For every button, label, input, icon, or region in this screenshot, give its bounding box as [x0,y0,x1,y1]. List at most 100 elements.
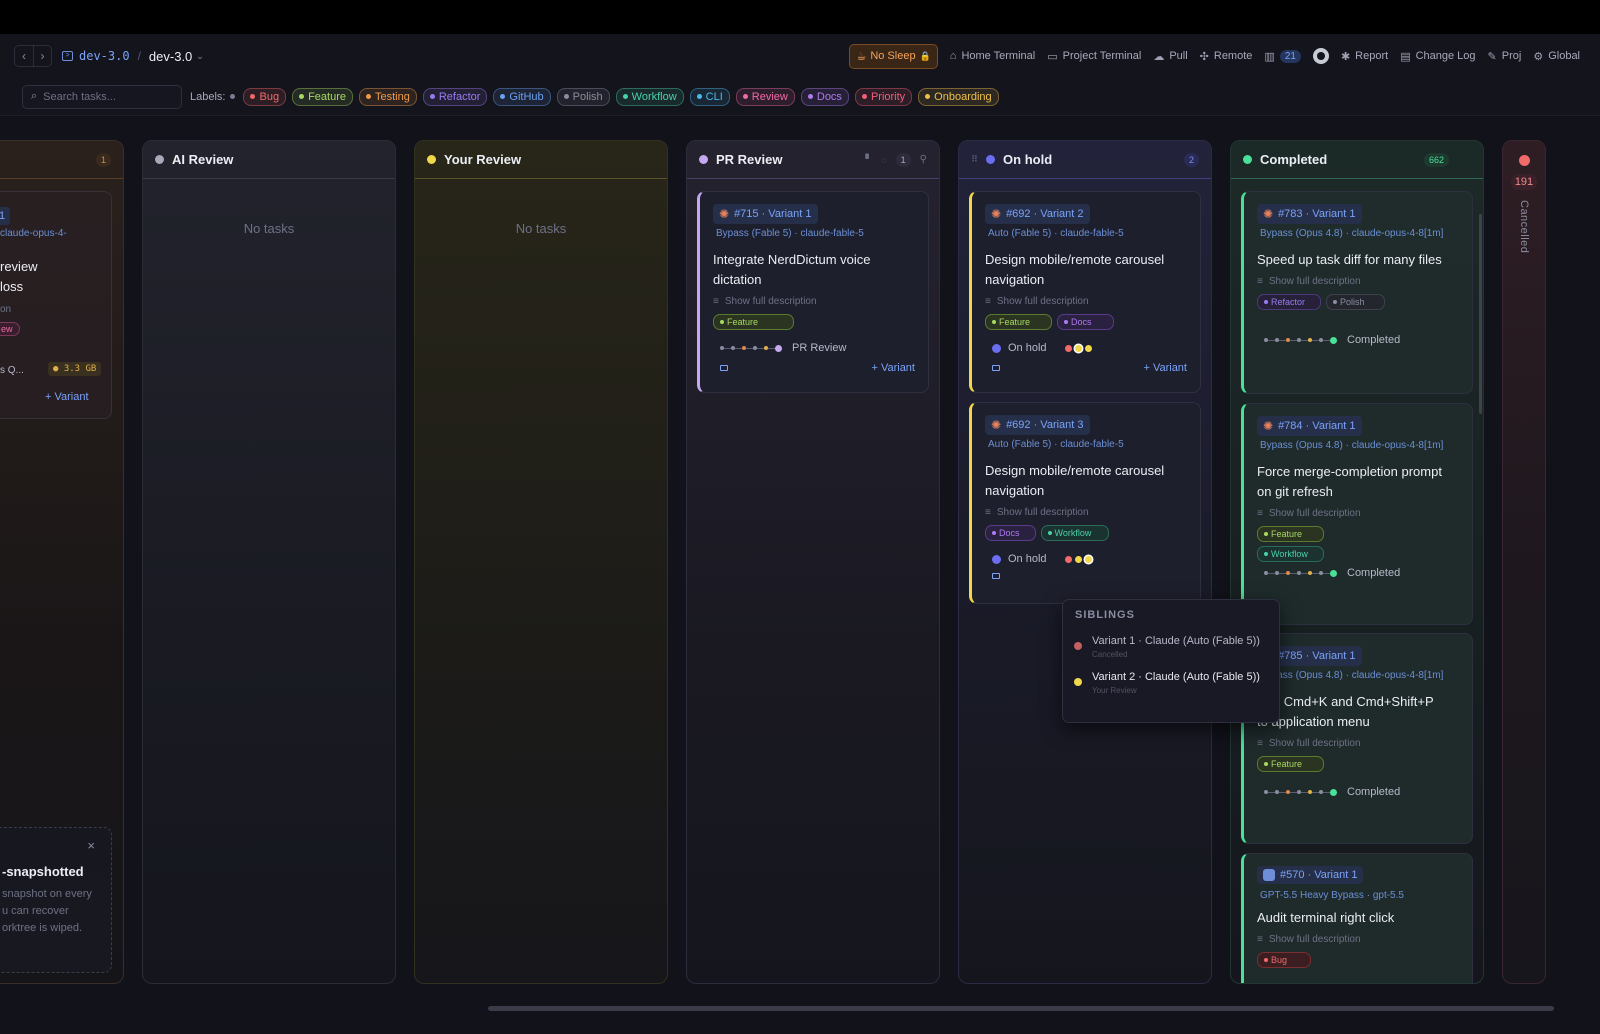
all-labels-dot[interactable] [230,94,236,99]
card-tag: ✺ #784 · Variant 1 [1257,416,1362,436]
github-icon[interactable] [1312,48,1329,64]
card-model: Bypass (Fable 5) · claude-fable-5 [716,228,864,239]
add-variant-button[interactable]: + Variant [871,362,915,374]
changelog-button[interactable]: ▤ Change Log [1400,50,1475,63]
column-title: Your Review [444,152,522,167]
chip-label: CLI [705,90,723,103]
chip-dot [861,94,867,99]
branch-name[interactable]: dev-3.0 [149,49,192,64]
label-chip-priority[interactable]: Priority [854,87,913,106]
task-card[interactable]: ✺ #783 · Variant 1 Bypass (Opus 4.8) · cl… [1241,191,1473,394]
label-docs: Docs [985,525,1036,541]
comment-icon[interactable] [992,365,1000,371]
label-text: Workflow [1054,528,1092,538]
tasks-count-button[interactable]: ▥ 21 [1264,49,1301,63]
comment-icon[interactable] [720,365,728,371]
repo-name[interactable]: dev-3.0 [79,49,130,63]
drag-handle-icon[interactable]: ⠿ [971,154,978,165]
label-chip-docs[interactable]: Docs [800,87,849,106]
task-card[interactable]: ✺ #692 · Variant 3 Auto (Fable 5) · claud… [969,402,1201,604]
claude-icon: ✺ [719,207,730,221]
remote-button[interactable]: ✣ Remote [1200,50,1253,63]
horizontal-scrollbar[interactable] [488,1006,1554,1011]
show-description-button[interactable]: ≡ Show full description [1257,738,1459,749]
add-variant-button[interactable]: + Variant [1143,362,1187,374]
memory-dot: ● [53,364,59,374]
label-chip-review[interactable]: Review [735,87,795,106]
label-chip-workflow[interactable]: Workflow [615,87,684,106]
label-chip-testing[interactable]: Testing [358,87,417,106]
project-settings-button[interactable]: ✎ Proj [1488,50,1522,63]
show-description-button[interactable]: ≡ Show full description [1257,508,1459,519]
card-tag-text: #784 · Variant 1 [1278,420,1356,432]
task-card[interactable]: ✺ #715 · Variant 1 Bypass (Fable 5) · cla… [697,191,929,393]
chip-label: Onboarding [934,90,992,103]
column-cancelled-collapsed[interactable]: 191 Cancelled [1502,140,1546,984]
card-status: On hold [1008,553,1047,565]
show-description-button[interactable]: ≡ Show full description [985,296,1187,307]
card-label: ew [0,322,20,336]
label-chip-feature[interactable]: Feature [292,87,353,106]
comment-icon[interactable] [992,573,1000,579]
back-button[interactable]: ‹ [15,46,33,66]
label-feature: Feature [1257,526,1325,542]
gpt-icon [1263,869,1275,881]
sibling-item[interactable]: Variant 1 · Claude (Auto (Fable 5)) Canc… [1074,635,1279,659]
show-description-button[interactable]: ≡ Show full description [713,296,915,307]
report-button[interactable]: ✱ Report [1341,50,1388,63]
cloud-icon: ☁ [1153,50,1165,63]
task-card[interactable]: ✺ #692 · Variant 2 Auto (Fable 5) · claud… [969,191,1201,393]
label-chip-bug[interactable]: Bug [243,87,287,106]
toast-text: u can recover [2,905,69,917]
home-terminal-button[interactable]: ⌂ Home Terminal [950,50,1035,62]
claude-icon: ✺ [1263,419,1274,433]
card-progress: Completed [1264,786,1459,798]
label-chip-github[interactable]: GitHub [493,87,551,106]
sibling-dots[interactable] [1064,344,1092,352]
no-sleep-button[interactable]: ☕ No Sleep 🔒 [849,43,938,69]
chip-label: Review [751,90,788,103]
search-box[interactable]: ⌕ [22,84,182,109]
show-description-button[interactable]: ≡ Show full description [1257,934,1459,945]
search-input[interactable] [43,90,164,103]
card-labels: Feature [1257,756,1459,772]
lines-icon: ≡ [1257,738,1263,749]
chip-dot [622,94,628,99]
card-tag-text: #715 · Variant 1 [734,208,812,220]
label-chip-cli[interactable]: CLI [689,87,730,106]
info-icon[interactable]: ◌ [881,155,886,165]
show-description-button[interactable]: ≡ Show full description [1257,276,1459,287]
card-labels: Feature [713,314,915,330]
sibling-dots[interactable] [1064,555,1092,563]
task-card[interactable]: ✺ #784 · Variant 1 Bypass (Opus 4.8) · cl… [1241,403,1473,625]
label-chip-refactor[interactable]: Refactor [422,87,488,106]
wrench-icon: ✎ [1487,50,1497,63]
sliders-icon: ⚙ [1533,50,1544,63]
pin-icon[interactable]: ⚲ [920,154,927,165]
add-variant-button[interactable]: + Variant [45,391,89,403]
sibling-item[interactable]: Variant 2 · Claude (Auto (Fable 5)) Your… [1074,671,1279,695]
close-icon[interactable]: × [87,838,95,853]
no-sleep-label: No Sleep [870,50,916,62]
label-dot [992,531,996,535]
filter-icon[interactable]: ▘ [865,154,872,165]
global-settings-button[interactable]: ⚙ Global [1533,50,1580,63]
column-pr-review: PR Review ▘ ◌ 1 ⚲ ✺ #715 · Variant 1 Bypa… [686,140,940,984]
show-description-button[interactable]: ≡ Show full description [985,507,1187,518]
card-tag: ✺ #692 · Variant 3 [985,415,1090,435]
label-text: Bug [1271,955,1288,965]
task-card[interactable]: 1 claude-opus-4- review loss on ew s Q..… [0,191,112,419]
column-tools: ▘ ◌ 1 ⚲ [865,152,927,167]
label-chip-polish[interactable]: Polish [556,87,610,106]
kanban-board: 1 1 claude-opus-4- review loss on ew s Q… [0,140,1600,1000]
project-terminal-button[interactable]: ▭ Project Terminal [1047,50,1141,63]
label-text: Feature [727,317,759,327]
task-card[interactable]: #570 · Variant 1 GPT-5.5 Heavy Bypass · … [1241,853,1473,983]
pull-button[interactable]: ☁ Pull [1153,50,1187,63]
label-chip-onboarding[interactable]: Onboarding [918,87,999,106]
chevron-down-icon[interactable]: ⌄ [196,51,204,62]
forward-button[interactable]: › [33,46,51,66]
completed-scrollbar[interactable] [1479,214,1482,414]
card-desc: on [0,304,12,315]
card-title: Design mobile/remote carousel navigation [985,463,1165,498]
